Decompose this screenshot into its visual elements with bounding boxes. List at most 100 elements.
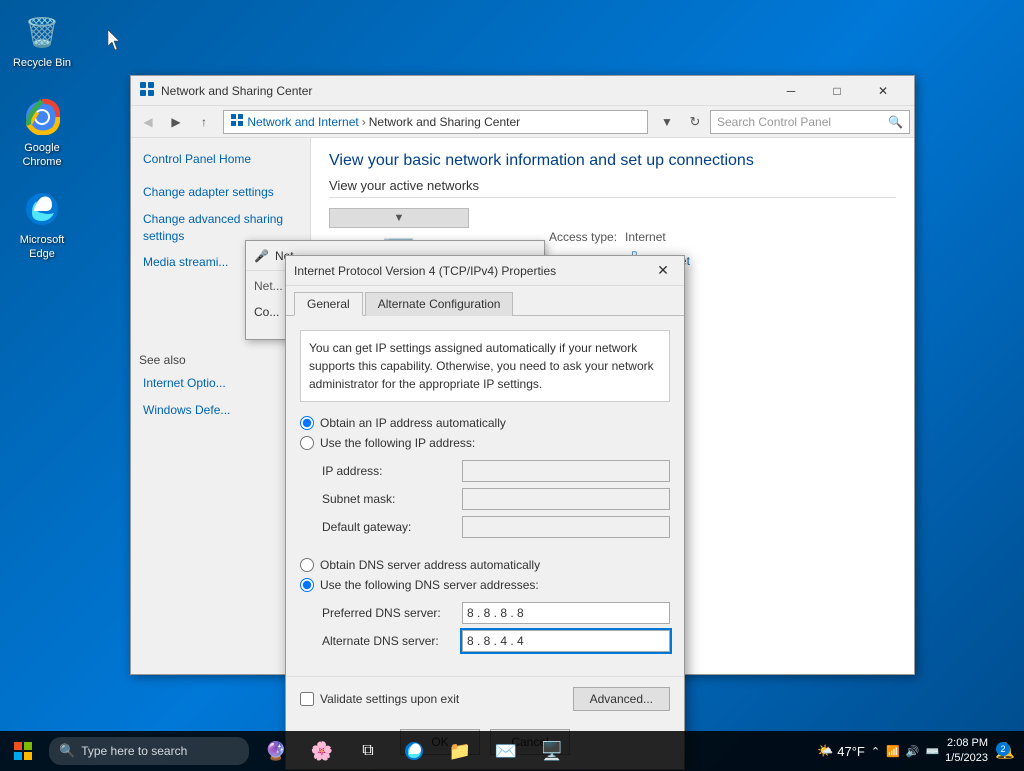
main-title: View your basic network information and …	[329, 152, 896, 170]
window-controls: ─ □ ✕	[768, 76, 906, 106]
taskbar-mail[interactable]: ✉️	[483, 731, 529, 771]
subnet-mask-input[interactable]	[462, 488, 670, 510]
chrome-label: Google Chrome	[6, 141, 78, 170]
network-dropdown[interactable]: ▼	[394, 212, 405, 224]
tab-general[interactable]: General	[294, 292, 363, 316]
notification-center[interactable]: 🔔 2	[994, 736, 1016, 766]
taskbar-clock[interactable]: 2:08 PM 1/5/2023	[945, 736, 988, 767]
use-dns-row: Use the following DNS server addresses:	[300, 578, 670, 592]
taskbar-search-placeholder: Type here to search	[81, 744, 187, 758]
dialog-title: Internet Protocol Version 4 (TCP/IPv4) P…	[294, 264, 650, 278]
notification-badge: 2	[996, 742, 1010, 756]
dialog-body: You can get IP settings assigned automat…	[286, 316, 684, 676]
recycle-bin-image: 🗑️	[22, 12, 62, 52]
taskbar: 🔍 Type here to search 🔮 🌸 ⧉ 📁	[0, 731, 1024, 771]
minimize-button[interactable]: ─	[768, 76, 814, 106]
breadcrumb-icon	[230, 113, 244, 130]
taskbar-system-icons: 🌤️ 47°F	[817, 743, 865, 759]
preferred-dns-row: Preferred DNS server:	[322, 602, 670, 624]
edge-image	[22, 189, 62, 229]
dialog-close-button[interactable]: ✕	[650, 258, 676, 284]
validate-row: Validate settings upon exit	[300, 692, 459, 706]
keyboard-icon[interactable]: ⌨️	[925, 745, 939, 758]
use-ip-radio[interactable]	[300, 436, 314, 450]
obtain-dns-label: Obtain DNS server address automatically	[320, 558, 540, 572]
access-type-value: Internet	[625, 230, 666, 244]
mouse-cursor	[108, 30, 124, 57]
taskbar-task-view[interactable]: ⧉	[345, 731, 391, 771]
recycle-bin-label: Recycle Bin	[13, 56, 71, 70]
sidebar-windows-defender[interactable]: Windows Defe...	[139, 400, 302, 421]
recycle-bin-icon[interactable]: 🗑️ Recycle Bin	[2, 8, 82, 74]
taskbar-search-box[interactable]: 🔍 Type here to search	[49, 737, 249, 765]
search-box[interactable]: Search Control Panel 🔍	[710, 110, 910, 134]
taskbar-cortana[interactable]: 🔮	[253, 731, 299, 771]
validate-checkbox[interactable]	[300, 692, 314, 706]
breadcrumb[interactable]: Network and Internet › Network and Shari…	[223, 110, 648, 134]
validate-label: Validate settings upon exit	[320, 692, 459, 706]
taskbar-edge-app[interactable]	[391, 731, 437, 771]
sidebar-change-adapter[interactable]: Change adapter settings	[139, 182, 302, 203]
taskbar-search-icon: 🔍	[59, 743, 75, 759]
clock-time: 2:08 PM	[945, 736, 988, 751]
see-also-label: See also	[139, 353, 302, 367]
ns-toolbar: ◀ ▶ ↑ Network and Internet › Network and…	[131, 106, 914, 138]
up-button[interactable]: ↑	[191, 109, 217, 135]
taskbar-explorer[interactable]: 📁	[437, 731, 483, 771]
subnet-mask-row: Subnet mask:	[322, 488, 670, 510]
network-icon[interactable]: 📶	[886, 745, 900, 758]
forward-button[interactable]: ▶	[163, 109, 189, 135]
ip-address-input[interactable]	[462, 460, 670, 482]
weather-icon: 🌤️	[817, 743, 833, 759]
ip-address-row: IP address:	[322, 460, 670, 482]
close-button[interactable]: ✕	[860, 76, 906, 106]
tcpip-dialog: Internet Protocol Version 4 (TCP/IPv4) P…	[285, 255, 685, 770]
preferred-dns-input[interactable]	[462, 602, 670, 624]
preferred-dns-label: Preferred DNS server:	[322, 606, 462, 620]
alternate-dns-row: Alternate DNS server:	[322, 630, 670, 652]
microsoft-edge-icon[interactable]: Microsoft Edge	[2, 185, 82, 266]
gateway-row: Default gateway:	[322, 516, 670, 538]
active-networks-title: View your active networks	[329, 178, 896, 198]
ns-title-icon	[139, 81, 155, 100]
taskbar-right: 🌤️ 47°F ⌃ 📶 🔊 ⌨️ 2:08 PM 1/5/2023 🔔 2	[809, 736, 1024, 767]
obtain-ip-label: Obtain an IP address automatically	[320, 416, 506, 430]
refresh-button[interactable]: ↻	[682, 109, 708, 135]
gateway-label: Default gateway:	[322, 520, 462, 534]
microphone-icon: 🎤	[254, 249, 269, 263]
back-button[interactable]: ◀	[135, 109, 161, 135]
temperature-display: 47°F	[837, 744, 865, 759]
up-arrow-icon[interactable]: ⌃	[871, 745, 880, 758]
obtain-ip-row: Obtain an IP address automatically	[300, 416, 670, 430]
use-dns-radio[interactable]	[300, 578, 314, 592]
volume-icon[interactable]: 🔊	[906, 745, 920, 758]
breadcrumb-network-internet[interactable]: Network and Internet	[247, 115, 358, 129]
obtain-dns-radio[interactable]	[300, 558, 314, 572]
sidebar-internet-options[interactable]: Internet Optio...	[139, 373, 302, 394]
search-icon: 🔍	[888, 115, 903, 129]
subnet-mask-label: Subnet mask:	[322, 492, 462, 506]
use-ip-row: Use the following IP address:	[300, 436, 670, 450]
gateway-input[interactable]	[462, 516, 670, 538]
ns-title-text: Network and Sharing Center	[161, 84, 768, 98]
desktop: 🗑️ Recycle Bin Google Chrome Micros	[0, 0, 1024, 771]
alternate-dns-label: Alternate DNS server:	[322, 634, 462, 648]
start-button[interactable]	[0, 731, 45, 771]
sidebar-home-link[interactable]: Control Panel Home	[139, 150, 302, 168]
advanced-button[interactable]: Advanced...	[573, 687, 670, 711]
google-chrome-icon[interactable]: Google Chrome	[2, 93, 82, 174]
dns-fields: Preferred DNS server: Alternate DNS serv…	[322, 602, 670, 652]
taskbar-rdp[interactable]: 🖥️	[529, 731, 575, 771]
taskbar-apps: 🔮 🌸 ⧉ 📁 ✉️ 🖥️	[253, 731, 809, 771]
tab-alternate-config[interactable]: Alternate Configuration	[365, 292, 514, 316]
ns-titlebar[interactable]: Network and Sharing Center ─ □ ✕	[131, 76, 914, 106]
dialog-titlebar[interactable]: Internet Protocol Version 4 (TCP/IPv4) P…	[286, 256, 684, 286]
search-placeholder: Search Control Panel	[717, 115, 831, 129]
maximize-button[interactable]: □	[814, 76, 860, 106]
use-dns-label: Use the following DNS server addresses:	[320, 578, 539, 592]
obtain-ip-radio[interactable]	[300, 416, 314, 430]
taskbar-app2[interactable]: 🌸	[299, 731, 345, 771]
alternate-dns-input[interactable]	[462, 630, 670, 652]
access-type-label: Access type:	[549, 230, 617, 244]
dropdown-button[interactable]: ▼	[654, 109, 680, 135]
